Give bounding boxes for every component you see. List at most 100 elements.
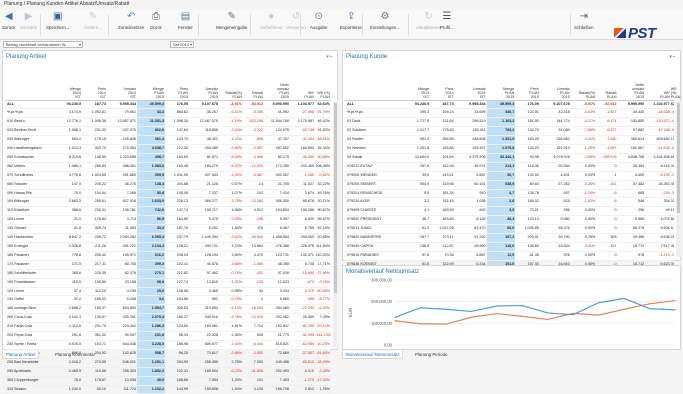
- record-button[interactable]: ● Aufnehmen: [260, 11, 282, 30]
- column-header[interactable]: Rabatt PLAN: [596, 81, 618, 101]
- table-cell[interactable]: 6.095,3: [137, 233, 165, 243]
- column-header[interactable]: Preis 2014 IST: [430, 81, 455, 101]
- tab-planung-kommentar[interactable]: Planung Kommentar: [52, 351, 98, 359]
- column-header[interactable]: Preis 2014 IST: [82, 81, 107, 101]
- table-row[interactable]: *Kpt.*Kpk 390,3 109,24 33.699 340,7 124,01 42.…: [345, 108, 674, 119]
- table-row[interactable]: 079201 REMSCHEID 5,0 181,34 910 4,7 138,78 657…: [345, 189, 674, 199]
- table-cell[interactable]: 43,3: [137, 108, 165, 119]
- table-cell[interactable]: 793,2: [486, 126, 516, 137]
- table-row[interactable]: 079013 JUNGI 61,2 1.037,06 63.470 66,0 1.035,…: [345, 224, 674, 235]
- table-cell[interactable]: 4.038,7: [137, 144, 165, 154]
- output-button[interactable]: ⊙ Ausgabe: [310, 11, 327, 30]
- column-header[interactable]: Umsatz 2014 IST: [454, 81, 487, 101]
- table-cell[interactable]: 1.852,2: [137, 367, 165, 377]
- table-row[interactable]: 010 Beck's 12.776,1 1.006,38 12.857.071 11.3…: [5, 117, 331, 128]
- table-row[interactable]: 250 Bad Hersfelder 2.018,2 270,55 546.021 1.…: [5, 358, 331, 368]
- column-header[interactable]: Netto umsatz PLAN 2015: [617, 81, 646, 101]
- table-row[interactable]: 040 Hardtheimgarten 1.313,3 303,70 270.354 4…: [5, 144, 331, 154]
- table-cell[interactable]: 138,4: [137, 180, 165, 190]
- column-header[interactable]: Umsatz 2014 IST: [107, 81, 137, 101]
- discard-button[interactable]: ↺ Verwerfen: [286, 11, 306, 30]
- column-header[interactable]: Umsatz PLAN 2015: [539, 81, 571, 101]
- table-cell[interactable]: 56,9: [137, 215, 165, 226]
- export-button[interactable]: ⇪ Exportieren: [340, 11, 362, 30]
- tab-planung-periode[interactable]: Planung Periode: [412, 351, 450, 359]
- table-cell[interactable]: 11.351,3: [137, 117, 165, 128]
- table-row[interactable]: 180 Schöfferhofer 365,6 225,35 82.376 270,1 2…: [5, 269, 331, 279]
- table-row[interactable]: 050 Krombacher 8.219,6 148,90 1.223.856 498,…: [5, 153, 331, 163]
- table-cell[interactable]: 98,8: [137, 278, 165, 288]
- table-row[interactable]: 120 Licher 21,0 176,84 3.713 56,9 164,89 9.375…: [5, 215, 331, 226]
- scrollbar-thumb[interactable]: [334, 103, 337, 293]
- table-row[interactable]: 300 Cloppenburger 78,0 178,67 13.936 40,0 188…: [5, 376, 331, 386]
- refresh-button[interactable]: ↻ Aktualisieren: [416, 11, 441, 30]
- column-header[interactable]: Preis PLAN 2015: [515, 81, 540, 101]
- table-cell[interactable]: 50,8: [137, 189, 165, 199]
- tab-monatsverlauf-nettoumsatz[interactable]: Monatsverlauf Nettoumsatz: [342, 351, 404, 359]
- table-row[interactable]: 020 Berliner Kindl 1.068,1 231,32 247.075 80…: [5, 126, 331, 137]
- column-header[interactable]: Rabatt(%) PLAN: [570, 81, 597, 101]
- column-header[interactable]: Menge 2014 IST: [57, 81, 82, 101]
- print-button[interactable]: ⎙ Druck: [150, 11, 162, 30]
- back-button[interactable]: ◀ Zurück: [2, 11, 15, 30]
- table-cell[interactable]: 3.228,0: [137, 340, 165, 350]
- table-row[interactable]: 080 Stauder 147,0 245,22 36.275 138,4 204,58 2…: [5, 180, 331, 190]
- table-row[interactable]: 060 Veltins 1.086,1 266,83 288.301 1.083,6 16…: [5, 162, 331, 172]
- table-row[interactable]: 180 zoertige Bern 2.696,2 190,37 604.893 1.5…: [5, 304, 331, 315]
- table-cell[interactable]: 270,1: [137, 269, 165, 279]
- table-row[interactable]: 030 Bitburger 604,2 175,15 105.828 361,4 133,…: [5, 135, 331, 146]
- column-header[interactable]: Umsatz PLAN 2015: [189, 81, 219, 101]
- table-cell[interactable]: 558,7: [137, 349, 165, 359]
- column-header[interactable]: Menge PLAN 2015: [486, 81, 516, 101]
- table-cell[interactable]: 48,4: [486, 215, 516, 226]
- panel-options-icon[interactable]: ▾ ▪: [669, 54, 675, 60]
- table-cell[interactable]: 616,2: [137, 251, 165, 261]
- column-header[interactable]: WE (%) PLAN: [315, 81, 331, 101]
- table-cell[interactable]: 340,7: [486, 108, 516, 119]
- table-row[interactable]: 079210 ALER 3,2 311,15 1.036 2,8 185,02 515 -1,…: [345, 197, 674, 208]
- table-cell[interactable]: 3,6: [137, 295, 165, 306]
- column-header[interactable]: Menge PLAN 2015: [137, 81, 165, 101]
- table-cell[interactable]: 1.163,2: [486, 117, 516, 128]
- column-header[interactable]: [5, 81, 57, 101]
- reset-button[interactable]: ↶ Zurücksetzen: [118, 11, 144, 30]
- table-cell[interactable]: 66,0: [486, 224, 516, 235]
- table-row[interactable]: 079000 WENDEN 39,0 143,21 5.587 30,7 143,53 4.…: [345, 171, 674, 181]
- table-row[interactable]: 079610 PARADIES 97,6 70,36 6.867 12,0 81,48 97…: [345, 251, 674, 261]
- table-cell[interactable]: 802,6: [137, 126, 165, 137]
- vertical-scrollbar[interactable]: [676, 101, 681, 257]
- table-row[interactable]: 310 Sinalco 1.240,0 90,10 111.724 1.102,2 144…: [5, 385, 331, 394]
- table-cell[interactable]: 638,9: [486, 180, 516, 190]
- table-cell[interactable]: 2.079,3: [137, 313, 165, 324]
- table-row[interactable]: 140 Hasseröder 8.847,2 236,72 2.094.352 6.09…: [5, 233, 331, 243]
- table-row[interactable]: 079499 CHARITE 4,1 169,59 692 3,5 73,21 256 0,0…: [345, 206, 674, 217]
- table-row[interactable]: *Kpt.*Kpk 3.174,9 1.092,81 79.661 43,3 884,82…: [5, 108, 331, 119]
- table-cell[interactable]: 33,3: [137, 224, 165, 235]
- table-cell[interactable]: 116,6: [486, 242, 516, 252]
- table-row[interactable]: 070 Schultheiss 3.776,6 1.023,55 391.860 399…: [5, 171, 331, 181]
- column-header[interactable]: WE PLAN: [290, 81, 315, 101]
- table-row[interactable]: 120 Licher 37,4 112,20 4.195 25,0 138,56 3.469…: [5, 287, 331, 297]
- table-cell[interactable]: 1.083,6: [137, 162, 165, 172]
- table-cell[interactable]: 40,0: [137, 376, 165, 386]
- pencil-button[interactable]: ✎ Mengeneingabe: [216, 11, 248, 30]
- table-cell[interactable]: 1.102,2: [137, 385, 165, 394]
- table-row[interactable]: 110 Köstritzer 368,6 230,01 136.781 742,6 147…: [5, 206, 331, 217]
- table-cell[interactable]: 1.286,3: [137, 322, 165, 333]
- edit-button[interactable]: ✎ Ändern...: [84, 11, 102, 30]
- table-cell[interactable]: 742,6: [137, 206, 165, 217]
- panel-options-icon[interactable]: ▾ ▪: [326, 54, 332, 60]
- table-cell[interactable]: 1.251,1: [137, 358, 165, 368]
- period-select[interactable]: Set 2014: [170, 41, 194, 48]
- table-row[interactable]: 04 Heinrich 1.251,8 156,86 193.457 1.079,8 14…: [345, 144, 674, 154]
- scrollbar-thumb[interactable]: [677, 103, 680, 213]
- table-row[interactable]: 230 Sprite / Fanta 4.578,0 163,71 544.538 3.…: [5, 340, 331, 350]
- table-cell[interactable]: 1.331,9: [486, 135, 516, 146]
- column-header[interactable]: Netto umsatz PLAN 2015: [264, 81, 290, 101]
- table-row[interactable]: 02 Schauer 1.017,7 178,83 182.011 793,2 134,7…: [345, 126, 674, 137]
- column-header[interactable]: [345, 81, 404, 101]
- tab-planung-artikel[interactable]: Planung Artikel: [2, 351, 40, 359]
- table-row[interactable]: 01 Deck 1.727,5 131,84 296.519 1.163,2 161,50…: [345, 117, 674, 128]
- save-button[interactable]: ▣ Speichern...: [46, 11, 69, 30]
- table-row[interactable]: 220 Pepsi-Cola 251,6 361,32 90.907 231,8 96,3…: [5, 331, 331, 341]
